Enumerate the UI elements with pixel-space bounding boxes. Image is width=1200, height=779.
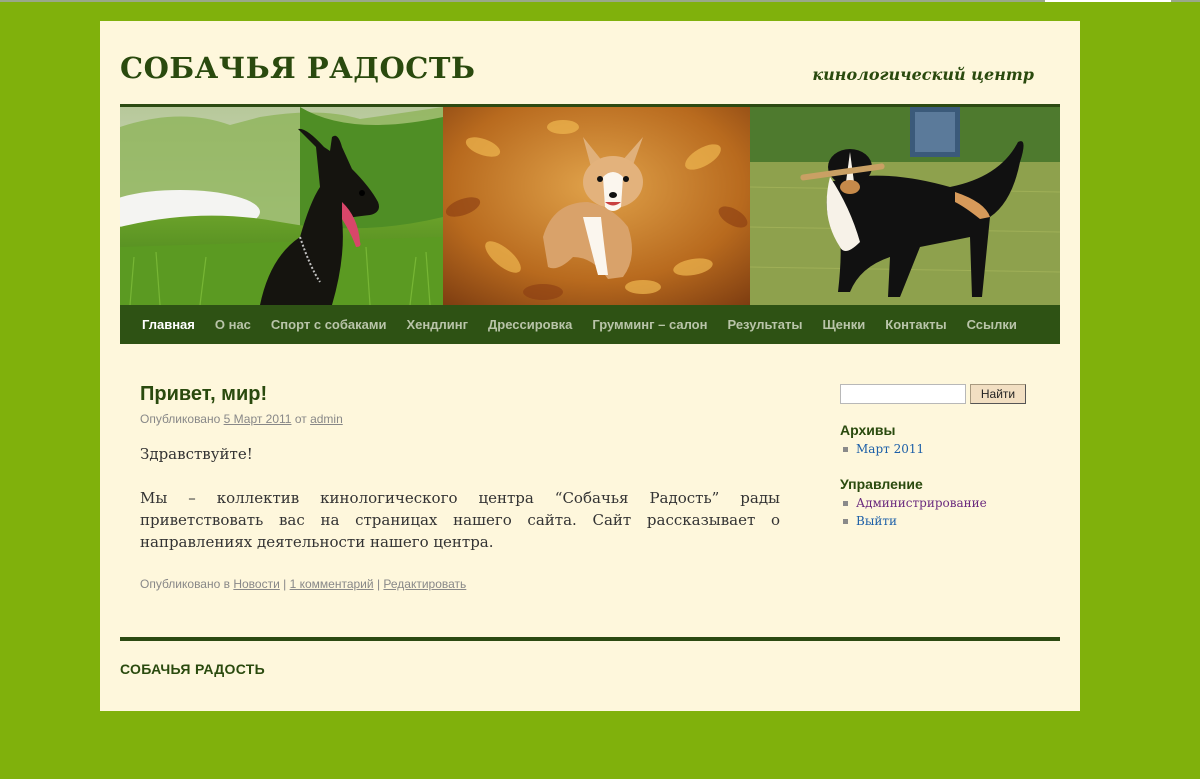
sidebar: Найти Архивы Март 2011 Управление Админи… bbox=[840, 384, 1040, 530]
post-meta: Опубликовано 5 Март 2011 от admin bbox=[140, 412, 780, 426]
manage-widget: Управление Администрирование Выйти bbox=[840, 476, 1040, 530]
nav-item-links[interactable]: Ссылки bbox=[957, 305, 1027, 344]
archive-item: Март 2011 bbox=[840, 440, 1040, 458]
manage-item: Администрирование bbox=[840, 494, 1040, 512]
post-date-link[interactable]: 5 Март 2011 bbox=[224, 412, 292, 426]
footer-site-title[interactable]: СОБАЧЬЯ РАДОСТЬ bbox=[120, 661, 265, 677]
site-title[interactable]: СОБАЧЬЯ РАДОСТЬ bbox=[120, 51, 475, 85]
search-button[interactable]: Найти bbox=[970, 384, 1026, 404]
browser-top-strip bbox=[0, 0, 1200, 2]
edit-link[interactable]: Редактировать bbox=[383, 577, 466, 591]
search-input[interactable] bbox=[840, 384, 966, 404]
nav-item-dog-sports[interactable]: Спорт с собаками bbox=[261, 305, 397, 344]
post-paragraph-2: Мы – коллектив кинологического центра “С… bbox=[140, 489, 780, 551]
nav-item-puppies[interactable]: Щенки bbox=[812, 305, 875, 344]
admin-link[interactable]: Администрирование bbox=[856, 496, 987, 510]
meta-prefix: Опубликовано bbox=[140, 412, 221, 426]
nav-item-training[interactable]: Дрессировка bbox=[478, 305, 582, 344]
nav-item-results[interactable]: Результаты bbox=[717, 305, 812, 344]
category-link[interactable]: Новости bbox=[233, 577, 279, 591]
header-banner bbox=[120, 104, 1060, 305]
collie-with-stick-image bbox=[750, 107, 1060, 305]
utility-prefix: Опубликовано в bbox=[140, 577, 230, 591]
nav-item-handling[interactable]: Хендлинг bbox=[396, 305, 478, 344]
utility-separator: | bbox=[376, 577, 381, 591]
nav-item-contacts[interactable]: Контакты bbox=[875, 305, 956, 344]
footer-divider bbox=[120, 637, 1060, 641]
archive-link-march-2011[interactable]: Март 2011 bbox=[856, 442, 924, 456]
page-wrapper: СОБАЧЬЯ РАДОСТЬ кинологический центр Гла… bbox=[100, 21, 1080, 711]
post-author-link[interactable]: admin bbox=[310, 412, 343, 426]
nav-item-grooming[interactable]: Грумминг – салон bbox=[582, 305, 717, 344]
utility-separator: | bbox=[283, 577, 287, 591]
main-content: Привет, мир! Опубликовано 5 Март 2011 от… bbox=[140, 383, 780, 591]
comments-link[interactable]: 1 комментарий bbox=[290, 577, 374, 591]
meta-by: от bbox=[294, 412, 307, 426]
black-shepherd-dog-image bbox=[120, 107, 443, 305]
search-form: Найти bbox=[840, 384, 1040, 404]
top-strip-highlight bbox=[1045, 0, 1171, 2]
post-paragraph-1: Здравствуйте! bbox=[140, 445, 253, 463]
site-description: кинологический центр bbox=[812, 65, 1034, 84]
manage-item: Выйти bbox=[840, 512, 1040, 530]
post-body: Здравствуйте! Мы – коллектив кинологичес… bbox=[140, 443, 780, 553]
archives-title: Архивы bbox=[840, 422, 896, 438]
nav-item-home[interactable]: Главная bbox=[132, 305, 205, 344]
manage-title: Управление bbox=[840, 476, 923, 492]
post-utility: Опубликовано в Новости | 1 комментарий |… bbox=[140, 577, 466, 591]
archives-widget: Архивы Март 2011 bbox=[840, 422, 1040, 458]
main-navigation: Главная О нас Спорт с собаками Хендлинг … bbox=[120, 305, 1060, 344]
nav-item-about[interactable]: О нас bbox=[205, 305, 261, 344]
post-title[interactable]: Привет, мир! bbox=[140, 383, 780, 406]
logout-link[interactable]: Выйти bbox=[856, 514, 897, 528]
corgi-autumn-leaves-image bbox=[443, 107, 750, 305]
